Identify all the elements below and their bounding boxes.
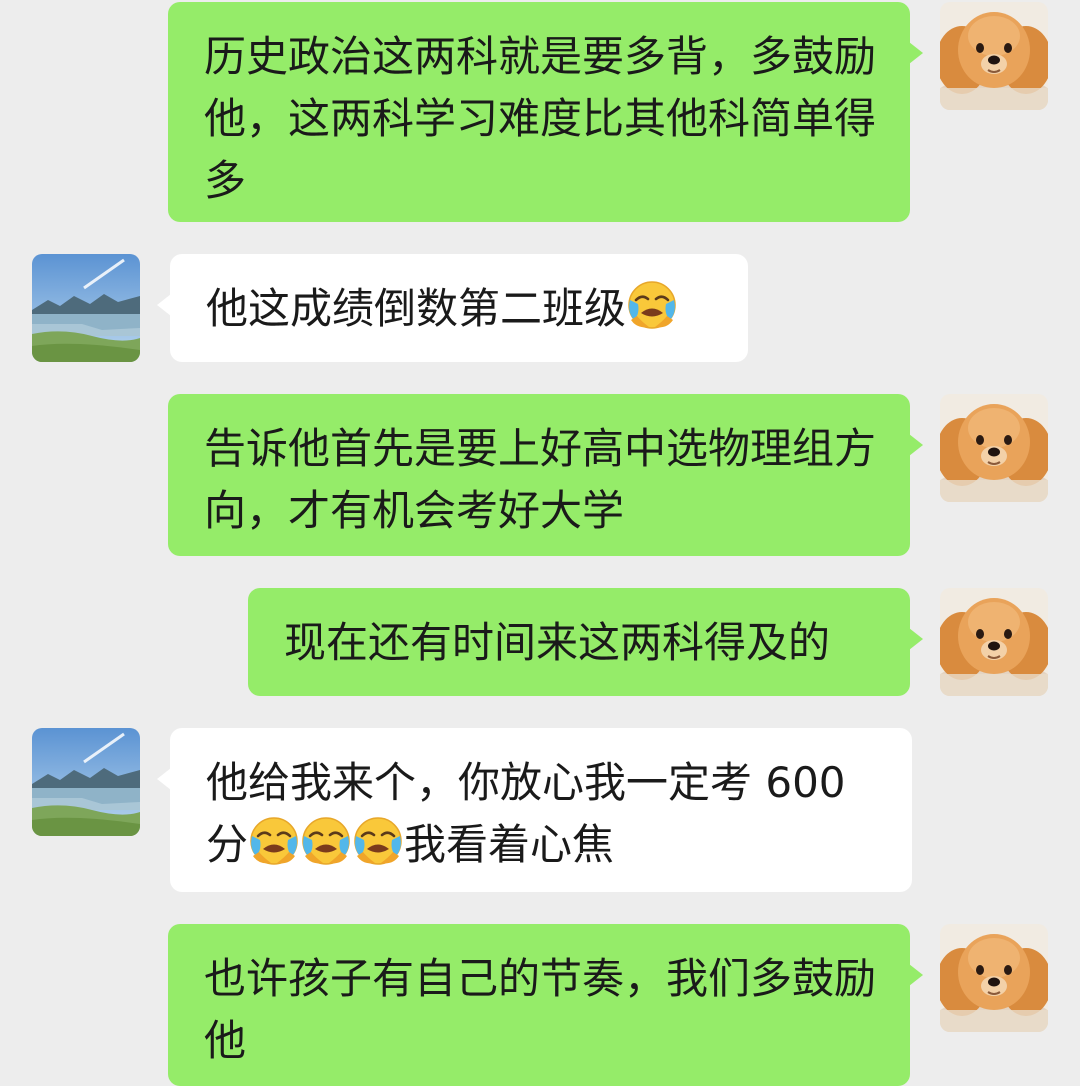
pomeranian-dog-avatar[interactable] bbox=[940, 394, 1048, 502]
pomeranian-dog-avatar[interactable] bbox=[940, 924, 1048, 1032]
lake-landscape-avatar[interactable] bbox=[32, 254, 140, 362]
pomeranian-dog-avatar[interactable] bbox=[940, 588, 1048, 696]
message-bubble[interactable]: 历史政治这两科就是要多背，多鼓励他，这两科学习难度比其他科简单得多 bbox=[168, 2, 923, 222]
message-text: 告诉他首先是要上好高中选物理组方向，才有机会考好大学 bbox=[204, 424, 877, 535]
face-with-tears-emoji bbox=[353, 816, 403, 866]
face-with-tears-emoji bbox=[249, 816, 299, 866]
message-text: 也许孩子有自己的节奏，我们多鼓励他 bbox=[204, 954, 877, 1065]
message-row-sent: 历史政治这两科就是要多背，多鼓励他，这两科学习难度比其他科简单得多 bbox=[0, 2, 1080, 224]
pomeranian-dog-avatar[interactable] bbox=[940, 2, 1048, 110]
message-text: 历史政治这两科就是要多背，多鼓励他，这两科学习难度比其他科简单得多 bbox=[204, 32, 877, 205]
face-with-tears-emoji bbox=[301, 816, 351, 866]
message-bubble[interactable]: 告诉他首先是要上好高中选物理组方向，才有机会考好大学 bbox=[168, 394, 923, 556]
message-row-sent: 现在还有时间来这两科得及的 bbox=[0, 588, 1080, 698]
message-bubble[interactable]: 现在还有时间来这两科得及的 bbox=[248, 588, 923, 696]
message-text-after-emoji: 我看着心焦 bbox=[404, 820, 615, 869]
message-bubble[interactable]: 他这成绩倒数第二班级 bbox=[157, 254, 748, 362]
face-with-tears-emoji bbox=[627, 280, 677, 330]
message-row-sent: 也许孩子有自己的节奏，我们多鼓励他 bbox=[0, 924, 1080, 1086]
message-row-sent: 告诉他首先是要上好高中选物理组方向，才有机会考好大学 bbox=[0, 394, 1080, 558]
message-bubble[interactable]: 他给我来个，你放心我一定考 600 分我看着心焦 bbox=[157, 728, 912, 892]
message-row-received: 他这成绩倒数第二班级 bbox=[0, 254, 1080, 364]
lake-landscape-avatar[interactable] bbox=[32, 728, 140, 836]
message-text: 现在还有时间来这两科得及的 bbox=[284, 618, 831, 667]
message-bubble[interactable]: 也许孩子有自己的节奏，我们多鼓励他 bbox=[168, 924, 923, 1086]
message-text: 他这成绩倒数第二班级 bbox=[206, 284, 627, 333]
message-row-received: 他给我来个，你放心我一定考 600 分我看着心焦 bbox=[0, 728, 1080, 894]
